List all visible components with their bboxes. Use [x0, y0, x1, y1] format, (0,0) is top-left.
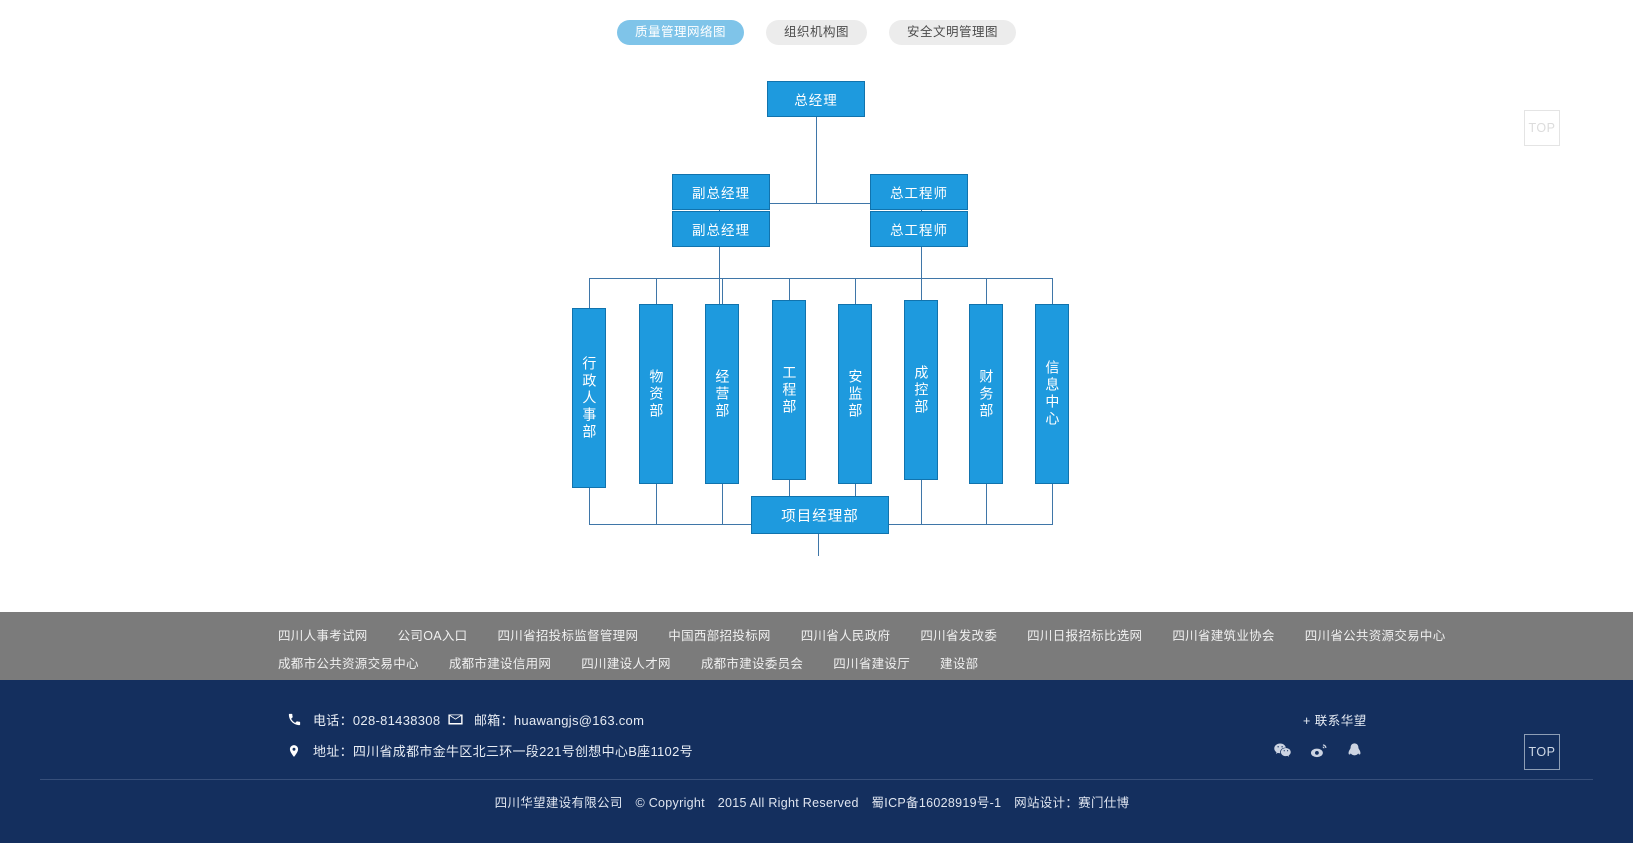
footer-contact-band: 电话：028-81438308 邮箱：huawangjs@163.com 地址：…	[0, 680, 1633, 843]
connector-dept-bottom-stub-2	[656, 484, 657, 525]
mail-icon	[445, 711, 465, 729]
tab-safety-civilization-diagram[interactable]: 安全文明管理图	[889, 20, 1017, 45]
footer-links-row-2: 成都市公共资源交易中心 成都市建设信用网 四川建设人才网 成都市建设委员会 四川…	[0, 653, 1633, 672]
footer-divider	[40, 779, 1593, 780]
wechat-icon[interactable]	[1272, 740, 1292, 760]
org-chart: 总经理 副总经理 总工程师 副总经理 总工程师 行政人事部 物资部 经营部 工程…	[0, 60, 1633, 580]
tab-org-chart[interactable]: 组织机构图	[765, 20, 867, 45]
footer-link[interactable]: 四川建设人才网	[581, 653, 671, 672]
footer-link[interactable]: 四川省建筑业协会	[1172, 625, 1274, 644]
footer-link[interactable]: 成都市公共资源交易中心	[278, 653, 419, 672]
node-dept-materials: 物资部	[639, 304, 673, 484]
tab-quality-network-diagram[interactable]: 质量管理网络图	[616, 20, 744, 45]
footer-link[interactable]: 四川省发改委	[920, 625, 997, 644]
footer-link[interactable]: 中国西部招投标网	[668, 625, 770, 644]
copyright-designer[interactable]: 网站设计：赛门仕博	[1014, 796, 1129, 810]
node-deputy-general-manager-1: 副总经理	[672, 174, 770, 210]
connector-dept-bottom-stub-3	[722, 484, 723, 525]
contact-address: 地址：四川省成都市金牛区北三环一段221号创想中心B座1102号	[284, 741, 693, 760]
scroll-to-top-button-light[interactable]: TOP	[1524, 110, 1560, 146]
connector-root-stem	[816, 117, 817, 203]
footer-link[interactable]: 成都市建设委员会	[701, 653, 803, 672]
node-general-manager: 总经理	[767, 81, 865, 117]
copyright-rights: 2015 All Right Reserved	[717, 796, 859, 810]
footer-link[interactable]: 四川省人民政府	[801, 625, 891, 644]
node-dept-finance: 财务部	[969, 304, 1003, 484]
contact-email-text: 邮箱：huawangjs@163.com	[474, 713, 645, 728]
scroll-to-top-button-dark[interactable]: TOP	[1524, 734, 1560, 770]
contact-phone-text: 电话：028-81438308	[313, 713, 441, 728]
node-dept-operations: 经营部	[705, 304, 739, 484]
footer-link[interactable]: 四川省建设厅	[833, 653, 910, 672]
footer-link[interactable]: 四川日报招标比选网	[1027, 625, 1142, 644]
node-project-management-dept: 项目经理部	[751, 496, 889, 534]
location-pin-icon	[284, 742, 304, 760]
qq-icon[interactable]	[1344, 740, 1364, 760]
node-dept-engineering: 工程部	[772, 300, 806, 480]
node-deputy-general-manager-2: 副总经理	[672, 211, 770, 247]
social-icons	[1272, 740, 1364, 760]
footer-link[interactable]: 公司OA入口	[398, 625, 468, 644]
footer-link[interactable]: 成都市建设信用网	[449, 653, 551, 672]
contact-join-link[interactable]: + 联系华望	[1303, 710, 1367, 729]
view-tabs: 质量管理网络图 组织机构图 安全文明管理图	[0, 20, 1633, 45]
footer-links-row-1: 四川人事考试网 公司OA入口 四川省招投标监督管理网 中国西部招投标网 四川省人…	[0, 625, 1633, 644]
connector-dept-bottom-stub-6	[921, 480, 922, 525]
node-dept-information-center: 信息中心	[1035, 304, 1069, 484]
copyright-symbol: © Copyright	[635, 796, 705, 810]
connector-dept-bottom-stub-8	[1052, 484, 1053, 525]
copyright-company: 四川华望建设有限公司	[494, 796, 623, 810]
footer-link[interactable]: 四川省公共资源交易中心	[1305, 625, 1446, 644]
contact-email: 邮箱：huawangjs@163.com	[445, 710, 644, 729]
node-chief-engineer-2: 总工程师	[870, 211, 968, 247]
node-chief-engineer-1: 总工程师	[870, 174, 968, 210]
contact-phone: 电话：028-81438308	[284, 710, 440, 729]
connector-dept-bottom-stub-7	[986, 484, 987, 525]
footer-link[interactable]: 四川省招投标监督管理网	[497, 625, 638, 644]
connector-dept-bottom-stub-1	[589, 488, 590, 525]
node-dept-administration-hr: 行政人事部	[572, 308, 606, 488]
footer-link[interactable]: 建设部	[940, 653, 978, 672]
weibo-icon[interactable]	[1308, 740, 1328, 760]
footer-friendly-links: 四川人事考试网 公司OA入口 四川省招投标监督管理网 中国西部招投标网 四川省人…	[0, 612, 1633, 680]
copyright-icp[interactable]: 蜀ICP备16028919号-1	[872, 796, 1002, 810]
phone-icon	[284, 711, 304, 729]
contact-address-text: 地址：四川省成都市金牛区北三环一段221号创想中心B座1102号	[313, 744, 693, 759]
footer-copyright: 四川华望建设有限公司 © Copyright 2015 All Right Re…	[0, 792, 1633, 811]
node-dept-safety-supervision: 安监部	[838, 304, 872, 484]
node-dept-cost-control: 成控部	[904, 300, 938, 480]
connector-departments-top-bus	[589, 278, 1052, 279]
footer-link[interactable]: 四川人事考试网	[278, 625, 368, 644]
